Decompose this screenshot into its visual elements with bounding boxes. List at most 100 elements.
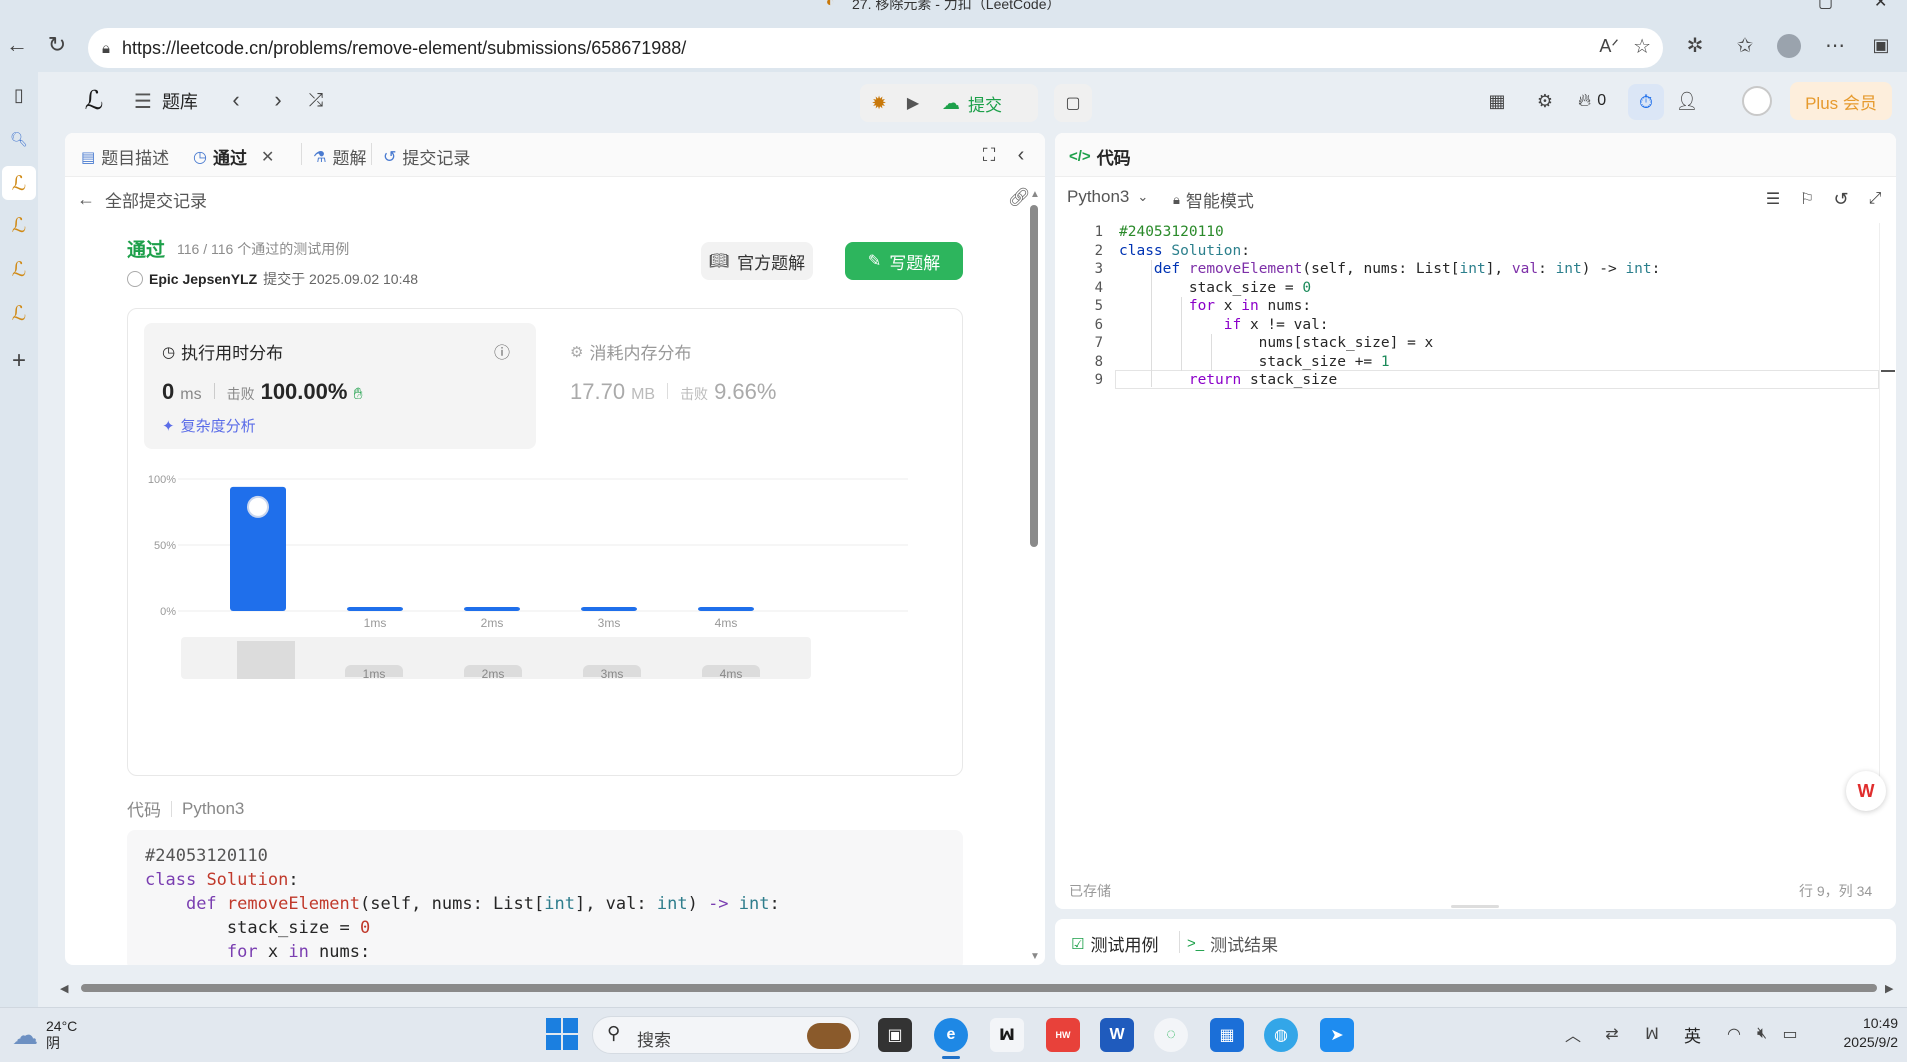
memory-card[interactable]: ⚙ 消耗内存分布 17.70 MB 击败 9.66% — [552, 323, 944, 449]
restore-window-icon[interactable]: ▢ — [1818, 0, 1833, 12]
sidebar-toggle-icon[interactable]: ▣ — [1866, 30, 1896, 60]
user-avatar[interactable] — [1742, 86, 1772, 116]
chart-bar[interactable] — [464, 607, 520, 611]
clock[interactable]: 10:49 2025/9/2 — [1808, 1014, 1899, 1052]
weather-widget[interactable]: ☁ 24°C 阴 — [12, 1018, 77, 1052]
more-menu-icon[interactable]: ⋯ — [1820, 30, 1850, 60]
username[interactable]: Epic JepsenYLZ — [149, 271, 257, 287]
random-problem-icon[interactable]: ⤮ — [302, 86, 330, 114]
collapse-panel-icon[interactable]: ‹ — [1009, 143, 1033, 167]
volume-muted-icon[interactable]: 🔇︎ — [1750, 1022, 1774, 1046]
tray-app-icon[interactable]: ꟽ — [1640, 1022, 1664, 1046]
info-icon[interactable]: ⓘ — [494, 339, 510, 363]
complexity-label: 复杂度分析 — [180, 418, 256, 435]
windows-start-icon[interactable] — [546, 1018, 578, 1050]
timer-icon[interactable]: ⏱ — [1628, 84, 1664, 120]
read-aloud-icon[interactable]: Aᐟ — [1599, 36, 1619, 57]
notes-icon[interactable]: ▢ — [1054, 84, 1092, 122]
scroll-right-arrow-icon[interactable]: ▶ — [1885, 982, 1893, 995]
store-icon[interactable]: ▦ — [1210, 1018, 1244, 1052]
tab-submissions[interactable]: ↺ 提交记录 — [383, 144, 470, 169]
network-switch-icon[interactable]: ⇄ — [1600, 1022, 1624, 1046]
runtime-card[interactable]: ◷ 执行用时分布 ⓘ 0 ms 击败 100.00% ✋︎ ✦ 复杂度分析 — [144, 323, 536, 449]
favorites-icon[interactable]: ✩ — [1730, 30, 1760, 60]
write-solution-button[interactable]: ✎ 写题解 — [845, 242, 963, 280]
range-selector[interactable]: 1ms 2ms 3ms 4ms — [181, 637, 811, 681]
tab-actions-icon[interactable]: ▯ — [6, 82, 32, 108]
prev-problem-icon[interactable]: ‹ — [224, 86, 248, 114]
word-icon[interactable]: W — [1100, 1018, 1134, 1052]
reset-code-icon[interactable]: ↺ — [1829, 187, 1853, 211]
extensions-icon[interactable]: ✲ — [1680, 30, 1710, 60]
code-area[interactable]: 1 2 3 4 5 6 7 8 9 #24053120110 class Solution: d… — [1055, 223, 1896, 783]
leetcode-home-logo[interactable]: ℒ — [78, 84, 110, 116]
bookmark-icon[interactable]: ⚐ — [1795, 187, 1819, 211]
scroll-down-arrow-icon[interactable]: ▼ — [1030, 951, 1040, 962]
app-icon-m[interactable]: ꟽ — [990, 1018, 1024, 1052]
complexity-analysis-link[interactable]: ✦ 复杂度分析 — [162, 415, 256, 436]
language-select[interactable]: Python3 ⌄ — [1067, 187, 1148, 207]
tab-test-results[interactable]: >_ 测试结果 — [1187, 931, 1278, 956]
tab-leetcode-active-icon[interactable]: ℒ — [2, 166, 36, 200]
horizontal-scrollbar-thumb[interactable] — [81, 984, 1877, 992]
streak-counter[interactable]: 🔥︎ 0 — [1578, 90, 1606, 111]
edge-browser-icon[interactable]: e — [934, 1018, 968, 1052]
chart-bar[interactable] — [698, 607, 754, 611]
refresh-icon[interactable]: ↻ — [44, 32, 70, 58]
all-submissions-link[interactable]: ← 全部提交记录 — [77, 187, 207, 212]
profile-avatar[interactable] — [1777, 34, 1801, 58]
app-icon-blue-globe[interactable]: ◍ — [1264, 1018, 1298, 1052]
run-button-icon[interactable]: ▶ — [898, 88, 928, 118]
official-solution-button[interactable]: 📖︎ 官方题解 — [701, 242, 813, 280]
task-view-icon[interactable]: ▣ — [878, 1018, 912, 1052]
tab-testcases[interactable]: ☑ 测试用例 — [1071, 931, 1158, 956]
page-horizontal-scrollbar[interactable]: ◀ ▶ — [55, 981, 1900, 995]
debug-icon[interactable]: ✹ — [864, 88, 894, 118]
runtime-distribution-chart[interactable]: 100% 50% 0% 1ms 2ms 3ms 4ms — [128, 459, 964, 659]
tab-leetcode-icon[interactable]: ℒ — [6, 300, 32, 326]
left-panel-scrollbar[interactable]: ▲ ▼ — [1027, 189, 1041, 965]
new-tab-icon[interactable]: + — [6, 347, 32, 374]
battery-icon[interactable]: ▭ — [1778, 1022, 1802, 1046]
close-tab-icon[interactable]: ✕ — [261, 147, 274, 167]
resize-handle[interactable] — [1451, 905, 1499, 908]
plus-member-button[interactable]: Plus 会员 — [1790, 82, 1892, 120]
show-hidden-icons-chevron[interactable]: ︿ — [1562, 1022, 1584, 1046]
tab-leetcode-icon[interactable]: ℒ — [6, 212, 32, 238]
tab-solutions[interactable]: ⚗ 题解 — [301, 144, 366, 169]
tab-accepted[interactable]: ◷ 通过 ✕ — [193, 144, 274, 169]
app-icon-blue-arrow[interactable]: ➤ — [1320, 1018, 1354, 1052]
wps-floating-icon[interactable]: W — [1846, 771, 1886, 811]
chart-bar[interactable] — [581, 607, 637, 611]
submitted-code-block[interactable]: #24053120110 class Solution: def removeE… — [127, 830, 963, 965]
tab-description[interactable]: ▤ 题目描述 — [81, 144, 169, 169]
fullscreen-icon[interactable]: ⛶ — [977, 143, 1001, 167]
add-friend-icon[interactable]: 👤︎ — [1672, 86, 1702, 116]
chart-bar[interactable] — [347, 607, 403, 611]
huawei-app-icon[interactable]: HW — [1046, 1018, 1080, 1052]
format-icon[interactable]: ☰ — [1761, 187, 1785, 211]
input-method-indicator[interactable]: 英 — [1684, 1022, 1701, 1047]
submit-button[interactable]: ☁ 提交 — [936, 88, 1034, 118]
scroll-up-arrow-icon[interactable]: ▲ — [1030, 189, 1040, 200]
scrollbar-thumb[interactable] — [1030, 205, 1038, 547]
search-icon: ⚲ — [607, 1023, 621, 1043]
favorite-star-icon[interactable]: ☆ — [1633, 34, 1651, 59]
runtime-value: 0 — [162, 379, 175, 404]
close-window-icon[interactable]: ✕ — [1874, 0, 1887, 12]
back-arrow-icon[interactable]: ← — [4, 32, 30, 58]
tab-leetcode-icon[interactable]: ℒ — [6, 256, 32, 282]
problem-list-button[interactable]: ☰ 题库 — [134, 88, 198, 114]
address-bar[interactable]: 🔒︎ https://leetcode.cn/problems/remove-e… — [88, 28, 1663, 68]
expand-editor-icon[interactable]: ⤢ — [1863, 187, 1887, 211]
taskbar-search-box[interactable]: ⚲ 搜索 — [592, 1016, 860, 1054]
next-problem-icon[interactable]: › — [266, 86, 290, 114]
scroll-left-arrow-icon[interactable]: ◀ — [60, 982, 68, 995]
layout-icon[interactable]: ▦ — [1482, 86, 1512, 116]
range-selector-handle[interactable] — [237, 641, 295, 679]
app-icon-green-ring[interactable]: ◌ — [1154, 1018, 1188, 1052]
search-tabs-icon[interactable]: 🔍︎ — [6, 126, 32, 152]
smart-mode-toggle[interactable]: 🔒︎ 智能模式 — [1173, 187, 1254, 212]
wifi-icon[interactable]: ◠ — [1722, 1022, 1746, 1046]
settings-gear-icon[interactable]: ⚙ — [1530, 86, 1560, 116]
